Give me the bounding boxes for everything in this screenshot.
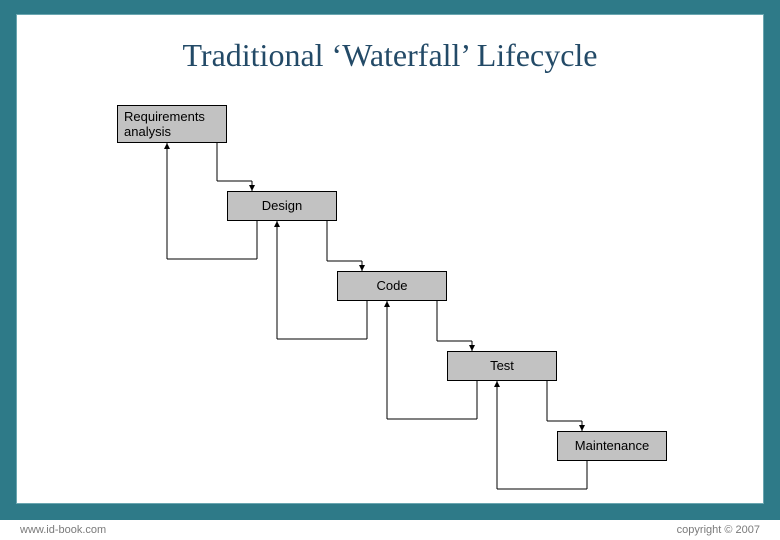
waterfall-diagram: Requirementsanalysis Design Code Test Ma… bbox=[17, 15, 765, 505]
box-design: Design bbox=[227, 191, 337, 221]
box-requirements: Requirementsanalysis bbox=[117, 105, 227, 143]
slide-content: Traditional ‘Waterfall’ Lifecycle Requir… bbox=[16, 14, 764, 504]
box-maintenance: Maintenance bbox=[557, 431, 667, 461]
footer-left: www.id-book.com bbox=[20, 524, 106, 536]
slide-frame: Traditional ‘Waterfall’ Lifecycle Requir… bbox=[0, 0, 780, 540]
box-test: Test bbox=[447, 351, 557, 381]
box-code: Code bbox=[337, 271, 447, 301]
footer: www.id-book.com copyright © 2007 bbox=[0, 518, 780, 540]
footer-right: copyright © 2007 bbox=[677, 524, 760, 536]
